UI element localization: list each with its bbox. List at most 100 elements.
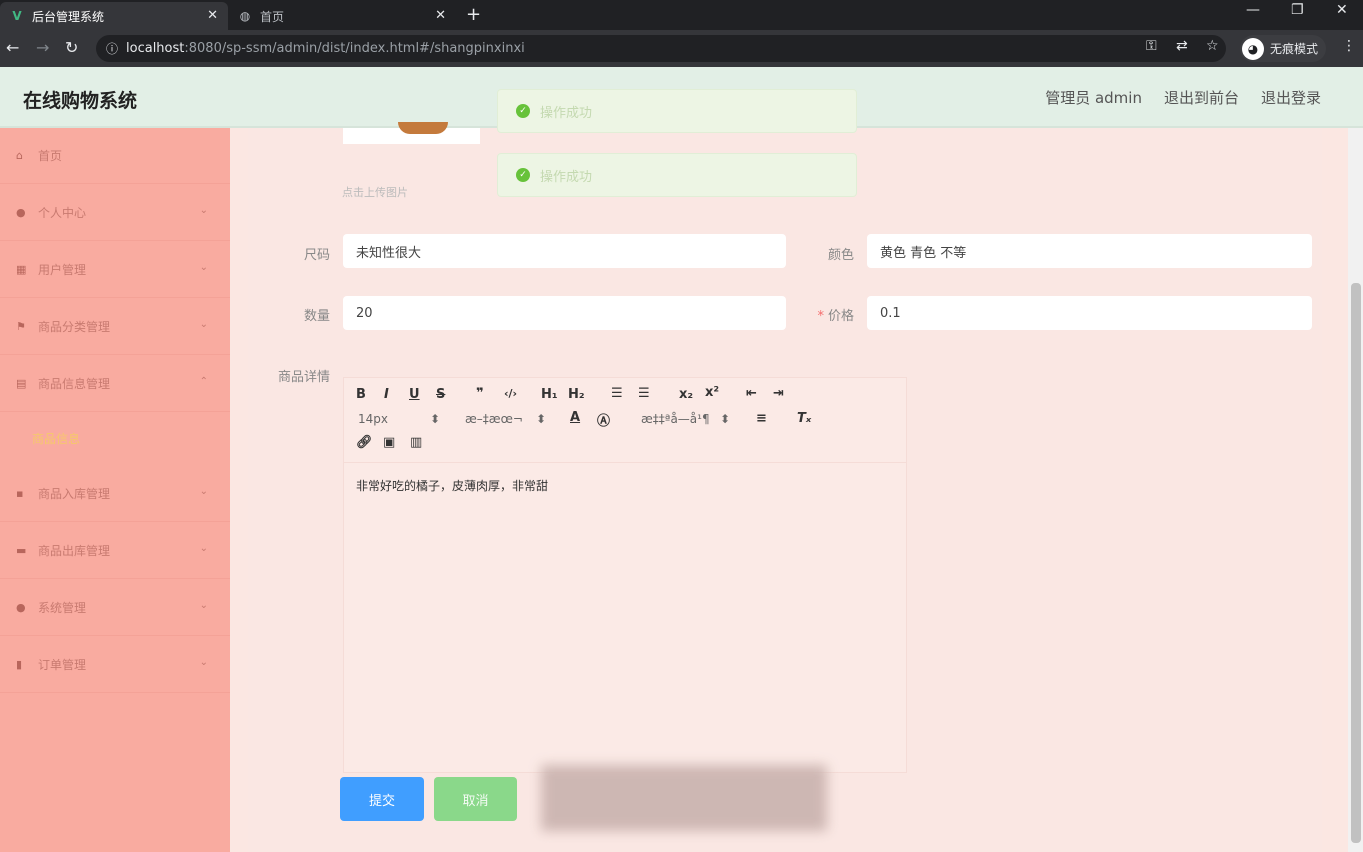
select-arrow-icon: ⬍ (720, 412, 731, 426)
menu-icon[interactable]: ⋮ (1342, 38, 1356, 54)
italic-button[interactable]: I (384, 387, 389, 402)
check-circle-icon: ✓ (516, 168, 530, 182)
sidebar-subitem-goods-info[interactable]: 商品信息 (32, 430, 80, 447)
window-close-icon[interactable]: ✕ (1336, 2, 1348, 18)
sidebar-item-label: 个人中心 (38, 206, 87, 220)
sidebar-item-stock-out[interactable]: ▬ 商品出库管理 ⌄ (0, 523, 230, 579)
sidebar-item-system[interactable]: ● 系统管理 ⌄ (0, 580, 230, 636)
incognito-icon: ◕ (1242, 37, 1264, 60)
sidebar: ⌂ 首页 ● 个人中心 ⌄ ▦ 用户管理 ⌄ ⚑ 商品分类管理 ⌄ ▤ 商品信息… (0, 128, 230, 852)
restore-icon[interactable]: ❐ (1291, 2, 1304, 18)
app-title: 在线购物系统 (23, 90, 138, 112)
scrollbar-thumb[interactable] (1351, 283, 1361, 843)
rich-text-editor[interactable]: B I U S ❞ ‹/› H₁ H₂ ☰ ☰ x₂ x² ⇤ ⇥ 14px ⬍… (343, 377, 907, 773)
toast-message: 操作成功 (540, 169, 593, 185)
url-path: :8080/sp-ssm/admin/dist/index.html#/shan… (184, 41, 525, 56)
chevron-down-icon: ⌄ (199, 600, 208, 611)
header-links: 管理员 admin 退出到前台 退出登录 (1045, 87, 1321, 108)
translate-icon[interactable]: ⇄ (1176, 38, 1188, 54)
align-icon[interactable]: ≡ (756, 411, 767, 426)
video-icon[interactable]: ▥ (410, 435, 422, 450)
bold-button[interactable]: B (356, 387, 366, 402)
strike-button[interactable]: S (436, 387, 445, 402)
tab-home[interactable]: ◍ 首页 ✕ (228, 2, 456, 30)
chevron-down-icon: ⌄ (199, 657, 208, 668)
image-icon[interactable]: ▣ (383, 435, 395, 450)
url-host: localhost (126, 41, 185, 56)
h1-button[interactable]: H₁ (541, 387, 558, 402)
indent-button[interactable]: ⇥ (773, 386, 784, 401)
sidebar-item-label: 商品入库管理 (38, 487, 111, 501)
font-color-button[interactable]: A (570, 410, 580, 425)
font-size-select[interactable]: 14px (358, 412, 388, 426)
system-icon: ● (16, 601, 26, 614)
required-mark: * (817, 309, 824, 324)
font-family-select[interactable]: æ–‡æœ¬ (465, 412, 523, 426)
tab-admin[interactable]: V 后台管理系统 ✕ (0, 2, 228, 30)
success-toast: ✓ 操作成功 (497, 89, 857, 133)
tab-title: 后台管理系统 (32, 9, 105, 24)
chevron-down-icon: ⌄ (199, 486, 208, 497)
upload-hint[interactable]: 点击上传图片 (342, 184, 408, 200)
blockquote-button[interactable]: ❞ (476, 386, 484, 401)
forward-icon[interactable]: → (36, 38, 49, 57)
detail-label: 商品详情 (277, 370, 330, 385)
star-icon[interactable]: ☆ (1206, 38, 1219, 54)
clear-format-button[interactable]: Tₓ (797, 411, 811, 426)
chevron-down-icon: ⌄ (199, 319, 208, 330)
sidebar-item-profile[interactable]: ● 个人中心 ⌄ (0, 185, 230, 241)
size-input[interactable]: 未知性很大 (343, 234, 786, 268)
bullet-list-button[interactable]: ☰ (638, 386, 650, 401)
color-label: 颜色 (827, 248, 854, 263)
incognito-badge[interactable]: ◕ 无痕模式 (1240, 35, 1327, 62)
superscript-button[interactable]: x² (705, 385, 719, 400)
ordered-list-button[interactable]: ☰ (611, 386, 623, 401)
sidebar-item-orders[interactable]: ▮ 订单管理 ⌄ (0, 637, 230, 693)
reload-icon[interactable]: ↻ (65, 38, 78, 57)
color-input[interactable]: 黄色 青色 不等 (867, 234, 1312, 268)
quantity-input[interactable]: 20 (343, 296, 786, 330)
minimize-icon[interactable]: — (1246, 2, 1260, 18)
sidebar-item-category[interactable]: ⚑ 商品分类管理 ⌄ (0, 299, 230, 355)
h2-button[interactable]: H₂ (568, 387, 585, 402)
home-icon: ⌂ (16, 149, 23, 162)
sidebar-item-label: 用户管理 (38, 263, 87, 277)
sidebar-item-label: 系统管理 (38, 601, 87, 615)
submit-button[interactable]: 提交 (340, 777, 424, 821)
sidebar-item-home[interactable]: ⌂ 首页 (0, 128, 230, 184)
tab-title: 首页 (260, 9, 285, 24)
outdent-button[interactable]: ⇤ (746, 386, 757, 401)
product-image-thumbnail[interactable] (343, 122, 480, 144)
align-select[interactable]: æ‡‡ªå—å¹¶ (641, 412, 710, 426)
cancel-button[interactable]: 取消 (434, 777, 517, 821)
background-color-button[interactable]: Ⓐ (597, 410, 610, 429)
new-tab-button[interactable]: + (466, 4, 481, 25)
editor-content[interactable]: 非常好吃的橘子，皮薄肉厚，非常甜 (356, 477, 548, 494)
browser-tab-bar: V 后台管理系统 ✕ ◍ 首页 ✕ + — ❐ ✕ (0, 0, 1363, 30)
sidebar-item-users[interactable]: ▦ 用户管理 ⌄ (0, 242, 230, 298)
select-arrow-icon: ⬍ (430, 412, 441, 426)
quantity-label: 数量 (303, 309, 330, 324)
sidebar-item-label: 订单管理 (38, 658, 87, 672)
stock-out-icon: ▬ (16, 544, 27, 557)
close-icon[interactable]: ✕ (435, 8, 446, 23)
success-toast: ✓ 操作成功 (497, 153, 857, 197)
exit-to-front-link[interactable]: 退出到前台 (1164, 87, 1239, 108)
close-icon[interactable]: ✕ (207, 8, 218, 23)
sidebar-item-label: 商品出库管理 (38, 544, 111, 558)
price-input[interactable]: 0.1 (867, 296, 1312, 330)
key-icon[interactable]: ⚿ (1146, 38, 1157, 54)
underline-button[interactable]: U (409, 387, 420, 402)
goods-icon: ▤ (16, 377, 27, 390)
subscript-button[interactable]: x₂ (679, 387, 693, 402)
back-icon[interactable]: ← (6, 38, 19, 57)
sidebar-item-stock-in[interactable]: ▪ 商品入库管理 ⌄ (0, 466, 230, 522)
url-input[interactable]: ⓘ localhost:8080/sp-ssm/admin/dist/index… (96, 35, 1226, 62)
sidebar-item-label: 首页 (38, 149, 63, 163)
logout-link[interactable]: 退出登录 (1261, 87, 1321, 108)
link-icon[interactable]: 🔗︎ (356, 435, 373, 450)
code-block-button[interactable]: ‹/› (504, 387, 517, 400)
sidebar-item-goods[interactable]: ▤ 商品信息管理 ⌃ (0, 356, 230, 412)
chevron-down-icon: ⌄ (199, 543, 208, 554)
info-icon[interactable]: ⓘ (106, 40, 118, 57)
